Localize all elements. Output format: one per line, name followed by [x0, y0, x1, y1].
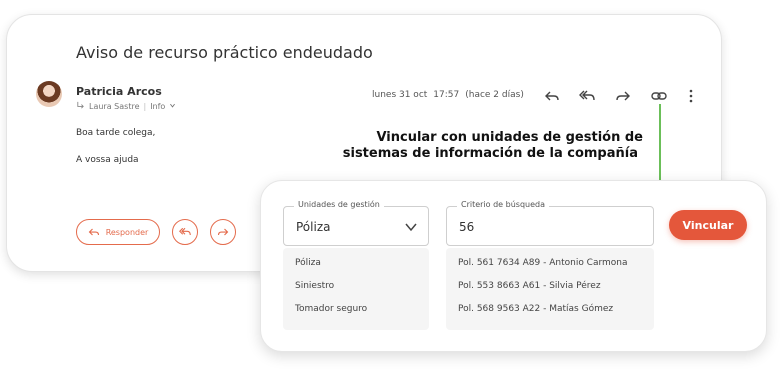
- chevron-down-icon[interactable]: [404, 219, 418, 233]
- avatar: [36, 81, 62, 107]
- body-line: Boa tarde colega,: [76, 128, 156, 138]
- search-result[interactable]: Pol. 568 9563 A22 - Matías Gómez: [458, 304, 613, 314]
- search-result[interactable]: Pol. 561 7634 A89 - Antonio Carmona: [458, 258, 628, 268]
- email-date: lunes 31 oct: [372, 90, 428, 100]
- email-subject: Aviso de recurso práctico endeudado: [76, 43, 373, 62]
- search-input-value: 56: [459, 220, 475, 234]
- reply-button-label: Responder: [105, 227, 149, 237]
- recipients: Laura Sastre | Info: [76, 101, 176, 112]
- reply-icon[interactable]: [544, 88, 560, 104]
- reply-icon: [88, 228, 99, 236]
- chevron-down-icon[interactable]: [169, 102, 176, 111]
- callout-connector: [659, 104, 661, 182]
- forward-button[interactable]: [210, 219, 236, 245]
- unit-select[interactable]: Unidades de gestión Póliza: [283, 200, 429, 246]
- unit-option[interactable]: Tomador seguro: [295, 304, 367, 314]
- search-input[interactable]: Criterio de búsqueda 56: [446, 200, 654, 246]
- email-time: 17:57: [433, 90, 460, 100]
- reply-all-icon: [179, 227, 191, 236]
- reply-button[interactable]: Responder: [76, 219, 160, 245]
- email-meta: lunes 31 oct 17:57 (hace 2 días): [372, 90, 524, 100]
- link-icon[interactable]: [651, 88, 667, 104]
- unit-options-list: Póliza Siniestro Tomador seguro: [283, 248, 429, 330]
- link-panel: Unidades de gestión Póliza Póliza Sinies…: [260, 180, 767, 352]
- callout-line-2: sistemas de información de la compañía: [342, 146, 638, 161]
- reply-all-icon[interactable]: [579, 88, 595, 104]
- more-vertical-icon[interactable]: [688, 88, 694, 104]
- unit-select-label: Unidades de gestión: [294, 200, 384, 209]
- unit-option[interactable]: Siniestro: [295, 281, 334, 291]
- recipient-name: Laura Sastre: [89, 102, 140, 111]
- callout-line-1: Vincular con unidades de gestión de: [376, 130, 643, 145]
- callout-text: Vincular con unidades de gestión de sist…: [300, 130, 643, 162]
- sender-name: Patricia Arcos: [76, 85, 162, 98]
- search-results-list: Pol. 561 7634 A89 - Antonio Carmona Pol.…: [446, 248, 654, 330]
- stage: Aviso de recurso práctico endeudado Patr…: [0, 0, 784, 391]
- search-input-label: Criterio de búsqueda: [457, 200, 550, 209]
- recipient-arrow-icon: [76, 101, 85, 112]
- link-button[interactable]: Vincular: [669, 210, 747, 240]
- search-result[interactable]: Pol. 553 8663 A61 - Silvia Pérez: [458, 281, 601, 291]
- forward-icon: [217, 228, 229, 236]
- body-line: A vossa ajuda: [76, 155, 139, 165]
- forward-icon[interactable]: [615, 88, 631, 104]
- info-toggle[interactable]: Info: [150, 102, 165, 111]
- email-relative-time: (hace 2 días): [465, 90, 524, 100]
- unit-select-value: Póliza: [296, 220, 331, 234]
- separator: |: [143, 102, 147, 111]
- reply-all-button[interactable]: [172, 219, 198, 245]
- unit-option[interactable]: Póliza: [295, 258, 321, 268]
